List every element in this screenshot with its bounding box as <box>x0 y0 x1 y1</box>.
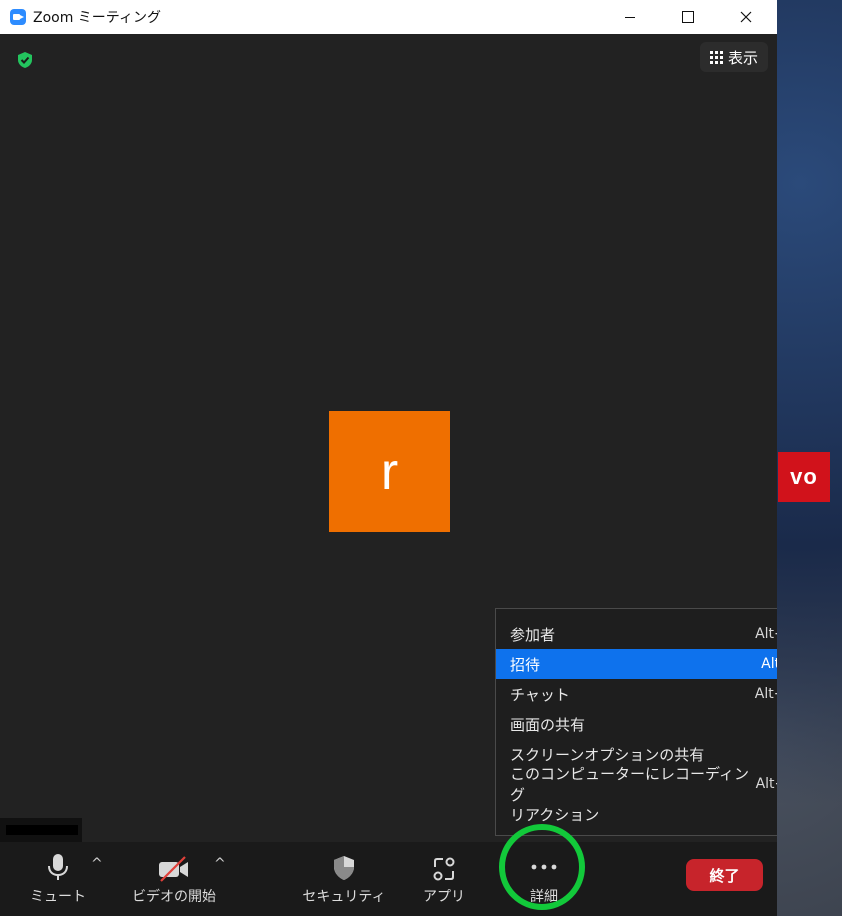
security-shield-icon <box>334 856 354 880</box>
security-label: セキュリティ <box>302 889 386 905</box>
video-options-caret[interactable]: ^ <box>214 856 226 872</box>
audio-options-caret[interactable]: ^ <box>91 856 103 872</box>
view-button[interactable]: 表示 <box>700 42 768 72</box>
minimize-icon <box>625 16 635 18</box>
maximize-icon <box>682 11 694 23</box>
apps-icon <box>433 857 455 881</box>
encryption-shield-icon[interactable] <box>16 51 34 69</box>
redacted-name <box>6 825 78 835</box>
participant-name-tag <box>0 818 82 842</box>
apps-label: アプリ <box>423 889 465 905</box>
end-meeting-button[interactable]: 終了 <box>686 859 763 891</box>
video-off-icon <box>159 856 188 882</box>
menu-item-record-to-computer[interactable]: このコンピューターにレコーディング Alt+R <box>496 765 777 804</box>
grid-view-icon <box>709 50 723 64</box>
view-button-label: 表示 <box>727 48 758 67</box>
title-bar: Zoom ミーティング <box>0 0 777 34</box>
participant-avatar: r <box>329 411 450 532</box>
start-video-button[interactable]: ビデオの開始 <box>128 842 220 916</box>
mute-label: ミュート <box>30 889 86 905</box>
close-button[interactable] <box>717 0 775 34</box>
zoom-meeting-window: Zoom ミーティング 表示 r 参加者 Alt+U 招待 Alt+I <box>0 0 777 916</box>
window-title: Zoom ミーティング <box>33 10 161 26</box>
menu-item-chat[interactable]: チャット Alt+H <box>496 679 777 709</box>
maximize-button[interactable] <box>659 0 717 34</box>
zoom-app-icon <box>10 9 26 25</box>
close-icon <box>740 11 752 23</box>
highlight-annotation-circle <box>499 824 585 910</box>
mute-button[interactable]: ミュート <box>28 842 88 916</box>
menu-item-participants[interactable]: 参加者 Alt+U <box>496 619 777 649</box>
meeting-toolbar: ミュート ^ ビデオの開始 ^ セキュリティ アプリ 詳細 終了 <box>0 842 777 916</box>
minimize-button[interactable] <box>601 0 659 34</box>
security-button[interactable]: セキュリティ <box>302 842 386 916</box>
apps-button[interactable]: アプリ <box>412 842 476 916</box>
more-options-menu: 参加者 Alt+U 招待 Alt+I チャット Alt+H 画面の共有 スクリー… <box>495 608 777 836</box>
desktop-brand-logo: vo <box>778 452 830 502</box>
menu-item-invite[interactable]: 招待 Alt+I <box>496 649 777 679</box>
menu-item-share-screen[interactable]: 画面の共有 <box>496 709 777 739</box>
microphone-icon <box>48 854 68 880</box>
start-video-label: ビデオの開始 <box>132 889 216 905</box>
